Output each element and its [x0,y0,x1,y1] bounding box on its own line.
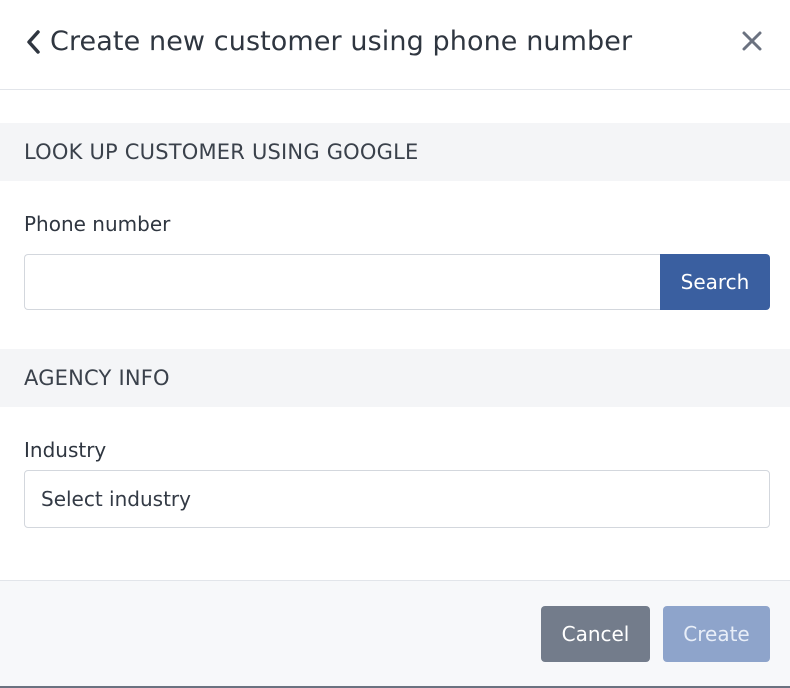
chevron-left-icon[interactable] [24,29,44,55]
dialog-footer: Cancel Create [0,580,790,686]
industry-select[interactable]: Select industry [24,470,770,528]
search-button[interactable]: Search [660,254,770,310]
create-button[interactable]: Create [663,606,770,662]
create-customer-dialog: Create new customer using phone number L… [0,0,790,688]
dialog-title: Create new customer using phone number [50,26,633,57]
phone-number-input[interactable] [24,254,662,310]
lookup-section-heading: LOOK UP CUSTOMER USING GOOGLE [0,123,790,181]
industry-label: Industry [24,438,107,462]
cancel-button[interactable]: Cancel [541,606,650,662]
dialog-header: Create new customer using phone number [0,0,790,90]
agency-info-heading: AGENCY INFO [0,349,790,407]
phone-number-label: Phone number [24,212,171,236]
close-icon[interactable] [741,30,763,52]
